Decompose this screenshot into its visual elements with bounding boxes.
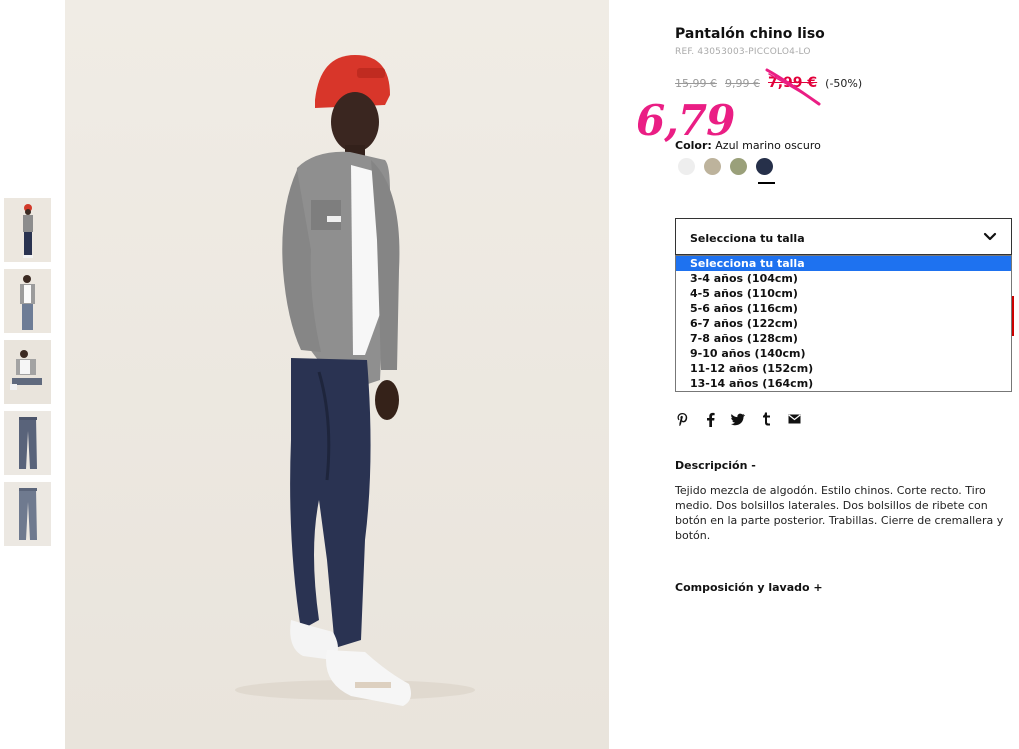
- size-option[interactable]: 7-8 años (128cm): [676, 331, 1011, 346]
- size-option[interactable]: 6-7 años (122cm): [676, 316, 1011, 331]
- swatch-green[interactable]: [730, 158, 747, 175]
- swatch-beige[interactable]: [704, 158, 721, 175]
- original-price: 15,99 €: [675, 77, 717, 90]
- description-text: Tejido mezcla de algodón. Estilo chinos.…: [675, 484, 1004, 542]
- thumbnail-1[interactable]: [4, 198, 51, 262]
- selected-swatch-indicator: [758, 182, 775, 184]
- add-to-bag-button-edge[interactable]: [1012, 296, 1014, 336]
- product-reference: REF. 43053003-PICCOLO4-LO: [675, 47, 811, 57]
- size-select[interactable]: Selecciona tu talla: [675, 218, 1012, 255]
- swatch-navy[interactable]: [756, 158, 773, 175]
- composition-heading[interactable]: Composición y lavado +: [675, 581, 823, 594]
- swatch-white[interactable]: [678, 158, 695, 175]
- thumbnail-4[interactable]: [4, 411, 51, 475]
- thumbnail-2[interactable]: [4, 269, 51, 333]
- handwritten-strike-mark: [765, 68, 821, 106]
- pinterest-icon[interactable]: [675, 411, 689, 427]
- size-option[interactable]: 4-5 años (110cm): [676, 286, 1011, 301]
- product-title: Pantalón chino liso: [675, 26, 825, 42]
- twitter-icon[interactable]: [731, 411, 745, 427]
- size-option[interactable]: Selecciona tu talla: [676, 256, 1011, 271]
- size-option[interactable]: 13-14 años (164cm): [676, 376, 1011, 391]
- thumbnail-5[interactable]: [4, 482, 51, 546]
- size-option[interactable]: 9-10 años (140cm): [676, 346, 1011, 361]
- description-heading[interactable]: Descripción -: [675, 459, 756, 472]
- discount-percent: (-50%): [825, 77, 863, 90]
- tumblr-icon[interactable]: [759, 411, 773, 427]
- size-option[interactable]: 5-6 años (116cm): [676, 301, 1011, 316]
- size-select-label: Selecciona tu talla: [690, 232, 805, 245]
- size-dropdown-list: Selecciona tu talla 3-4 años (104cm) 4-5…: [675, 255, 1012, 392]
- handwritten-new-price: 6,79: [636, 96, 735, 145]
- product-photo: [65, 0, 609, 749]
- share-icons: [675, 411, 801, 427]
- thumbnail-list: [4, 198, 51, 553]
- size-option[interactable]: 11-12 años (152cm): [676, 361, 1011, 376]
- color-swatches: [678, 158, 773, 175]
- size-option[interactable]: 3-4 años (104cm): [676, 271, 1011, 286]
- thumbnail-3[interactable]: [4, 340, 51, 404]
- email-icon[interactable]: [787, 411, 801, 427]
- previous-price: 9,99 €: [725, 77, 760, 90]
- chevron-down-icon: [983, 232, 997, 241]
- facebook-icon[interactable]: [703, 411, 717, 427]
